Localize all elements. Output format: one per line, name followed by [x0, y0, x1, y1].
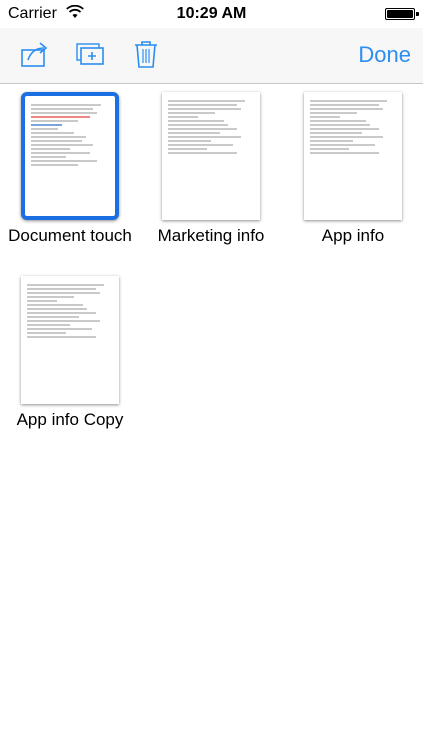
document-item[interactable]: App info Copy	[0, 268, 140, 438]
document-name: Marketing info	[157, 226, 265, 245]
done-button[interactable]: Done	[358, 42, 411, 68]
status-bar: Carrier 10:29 AM	[0, 0, 423, 28]
document-thumbnail	[21, 92, 119, 220]
document-thumbnail	[304, 92, 402, 220]
add-document-button[interactable]	[72, 38, 108, 74]
clock: 10:29 AM	[176, 5, 247, 22]
delete-button[interactable]	[128, 38, 164, 74]
document-item[interactable]: App info	[283, 84, 423, 254]
document-thumbnail	[21, 276, 119, 404]
document-item[interactable]: Document touch	[0, 84, 140, 254]
share-icon	[20, 40, 52, 73]
document-name: Document touch	[8, 226, 132, 245]
document-name: App info Copy	[16, 410, 124, 429]
battery-icon	[385, 8, 419, 20]
trash-icon	[133, 39, 159, 74]
document-item[interactable]: Marketing info	[141, 84, 281, 254]
toolbar: Done	[0, 28, 423, 84]
add-document-icon	[74, 40, 106, 73]
document-name: App info	[321, 226, 385, 245]
document-thumbnail	[162, 92, 260, 220]
share-button[interactable]	[18, 38, 54, 74]
